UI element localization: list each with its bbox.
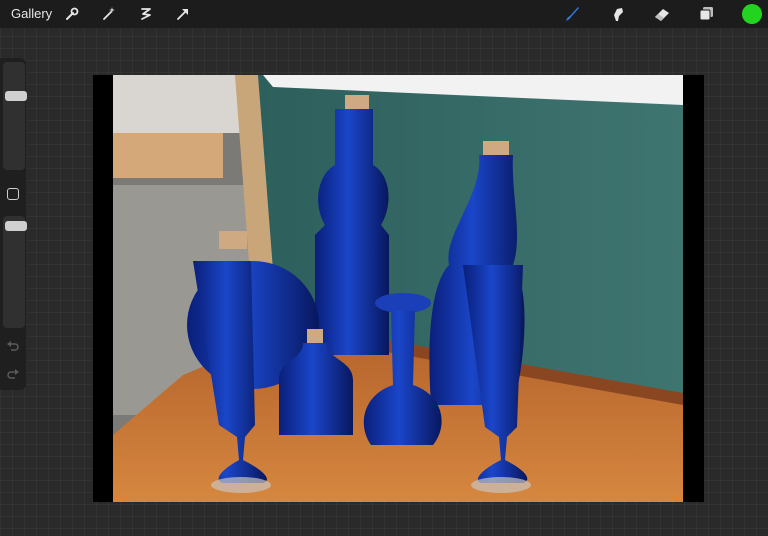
brush-size-slider[interactable] — [3, 62, 27, 170]
layers-icon[interactable] — [697, 4, 717, 24]
magic-wand-icon[interactable] — [99, 4, 119, 24]
modify-button[interactable] — [7, 188, 19, 200]
color-picker-button[interactable] — [742, 4, 762, 24]
transform-arrow-icon[interactable] — [173, 4, 193, 24]
brush-size-thumb[interactable] — [5, 91, 27, 101]
drawing-canvas[interactable] — [93, 75, 704, 502]
redo-icon[interactable] — [6, 368, 20, 382]
canvas-photo-layer — [113, 75, 683, 502]
blue-bottles-photo — [113, 75, 683, 502]
undo-icon[interactable] — [6, 340, 20, 354]
eraser-icon[interactable] — [652, 4, 672, 24]
opacity-thumb[interactable] — [5, 221, 27, 231]
wrench-icon[interactable] — [62, 4, 82, 24]
top-toolbar: Gallery — [0, 0, 768, 28]
opacity-slider[interactable] — [3, 216, 27, 328]
selection-icon[interactable] — [136, 4, 156, 24]
brush-icon[interactable] — [562, 4, 582, 24]
smudge-icon[interactable] — [607, 4, 627, 24]
side-panel — [0, 58, 27, 390]
gallery-button[interactable]: Gallery — [11, 6, 52, 21]
